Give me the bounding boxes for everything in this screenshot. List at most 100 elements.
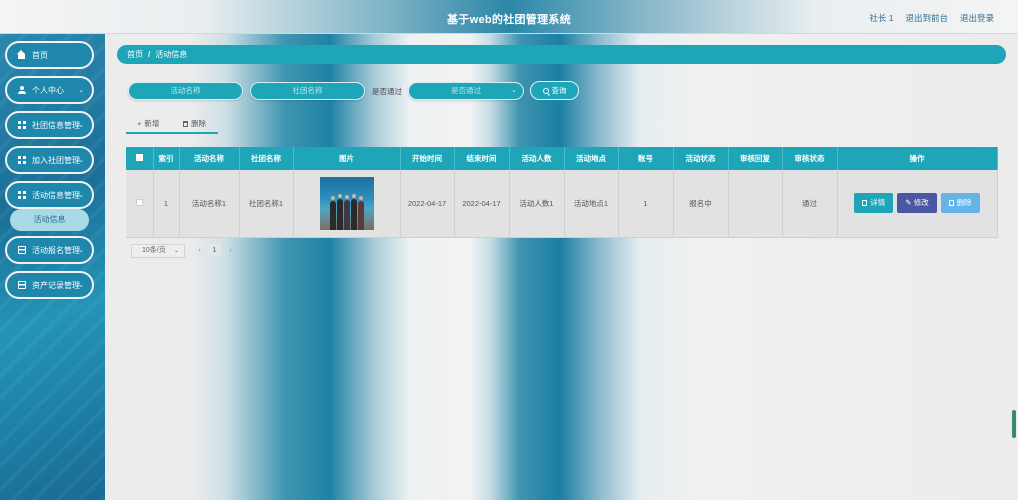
column-header: 活动名称: [179, 147, 240, 170]
chevron-down-icon: ⌄: [78, 282, 84, 289]
cell-start-time: 2022-04-17: [400, 170, 455, 238]
column-header: 索引: [153, 147, 180, 170]
cell-index: 1: [153, 170, 180, 238]
page-size-value: 10条/页: [142, 247, 166, 254]
cell-operations: 详情 ✎ 修改 删除: [837, 170, 998, 238]
club-name-input[interactable]: 社团名称: [250, 82, 365, 100]
sidebar-item-personal-center[interactable]: 个人中心 ⌄: [5, 76, 94, 104]
plus-icon: +: [137, 119, 142, 128]
home-icon: [17, 50, 26, 59]
user-icon: [18, 86, 26, 94]
sidebar-item-label: 资产记录管理: [32, 280, 80, 290]
column-header: 活动状态: [673, 147, 729, 170]
column-header: 操作: [837, 147, 998, 170]
trash-icon: [948, 200, 954, 207]
chevron-down-icon: ⌄: [78, 122, 84, 129]
add-button-label: 新增: [144, 119, 160, 128]
checkbox-icon: [135, 198, 143, 206]
card-icon: [18, 246, 26, 254]
sidebar-item-label: 活动信息管理: [32, 190, 80, 200]
column-header: 审核回复: [728, 147, 783, 170]
table-row: 1 活动名称1 社团名称1 2022-04-17 2022-04-17 活动人数…: [126, 170, 998, 238]
exit-to-frontend-link[interactable]: 退出到前台: [905, 12, 948, 24]
breadcrumb-home[interactable]: 首页: [127, 49, 143, 60]
column-header: 活动地点: [564, 147, 619, 170]
cell-image: [293, 170, 401, 238]
sidebar-item-activity-signup[interactable]: 活动报名管理 ⌄: [5, 236, 94, 264]
sidebar-item-label: 首页: [32, 50, 48, 60]
column-header: 账号: [618, 147, 674, 170]
sidebar-item-label: 个人中心: [32, 85, 64, 95]
breadcrumb-current: 活动信息: [155, 50, 188, 59]
top-links: 社长 1 退出到前台 退出登录: [869, 12, 994, 24]
grid-icon: [18, 156, 26, 164]
delete-button-label: 删除: [191, 119, 206, 128]
top-header: 基于web的社团管理系统 社长 1 退出到前台 退出登录: [0, 0, 1018, 34]
sidebar-item-club-info[interactable]: 社团信息管理 ⌄: [5, 111, 94, 139]
cell-club-name: 社团名称1: [239, 170, 294, 238]
column-header: 活动人数: [509, 147, 565, 170]
edit-button-label: 修改: [913, 198, 929, 208]
cell-account: 1: [618, 170, 674, 238]
grid-icon: [18, 191, 26, 199]
next-page-button[interactable]: ›: [224, 244, 237, 257]
detail-button-label: 详情: [870, 198, 886, 208]
activity-table: 索引 活动名称 社团名称 图片 开始时间 结束时间 活动人数 活动地点 账号 活…: [126, 147, 998, 238]
grid-icon: [18, 121, 26, 129]
sidebar-item-home[interactable]: 首页: [5, 41, 94, 69]
edit-button[interactable]: ✎ 修改: [897, 193, 937, 214]
sidebar-item-asset-records[interactable]: 资产记录管理 ⌄: [5, 271, 94, 299]
page-size-select[interactable]: 10条/页 ⌄: [131, 244, 185, 258]
approved-label: 是否通过: [372, 87, 402, 96]
table-header-row: 索引 活动名称 社团名称 图片 开始时间 结束时间 活动人数 活动地点 账号 活…: [126, 147, 998, 170]
detail-button[interactable]: 详情: [854, 193, 894, 214]
breadcrumb-separator: /: [148, 50, 151, 59]
chevron-down-icon: ⌄: [78, 192, 84, 199]
card-icon: [18, 281, 26, 289]
row-checkbox[interactable]: [126, 170, 154, 238]
app-title: 基于web的社团管理系统: [447, 14, 571, 26]
column-header: 社团名称: [239, 147, 294, 170]
user-link[interactable]: 社长 1: [869, 12, 893, 24]
query-button-label: 查询: [551, 86, 567, 95]
cell-participants: 活动人数1: [509, 170, 565, 238]
column-header: 图片: [293, 147, 401, 170]
activity-name-input[interactable]: 活动名称: [128, 82, 243, 100]
submenu-item-activity-info[interactable]: 活动信息: [10, 209, 89, 231]
chevron-down-icon: ⌄: [173, 248, 179, 254]
cell-end-time: 2022-04-17: [454, 170, 510, 238]
sidebar-item-label: 加入社团管理: [32, 155, 80, 165]
logout-link[interactable]: 退出登录: [960, 12, 994, 24]
query-button[interactable]: 查询: [530, 81, 579, 100]
sidebar-item-activity-info[interactable]: 活动信息管理 ⌄: [5, 181, 94, 209]
cell-location: 活动地点1: [564, 170, 619, 238]
cell-activity-name: 活动名称1: [179, 170, 240, 238]
breadcrumb: 首页 / 活动信息: [117, 45, 1006, 64]
actions-bar: + 新增 删除: [126, 116, 218, 134]
prev-page-button[interactable]: ‹: [193, 244, 206, 257]
chevron-down-icon: ⌄: [511, 87, 517, 94]
activity-photo[interactable]: [319, 176, 374, 230]
document-icon: [862, 200, 868, 207]
approved-select[interactable]: 是否通过 ⌄: [408, 82, 524, 100]
column-header: 审核状态: [782, 147, 838, 170]
chevron-down-icon: ⌄: [78, 87, 84, 94]
select-all-checkbox[interactable]: [126, 147, 154, 170]
cell-status: 报名中: [673, 170, 729, 238]
row-delete-button-label: 删除: [956, 198, 972, 208]
row-delete-button[interactable]: 删除: [940, 193, 980, 214]
delete-button[interactable]: 删除: [183, 118, 206, 129]
search-icon: [542, 87, 549, 94]
trash-icon: [183, 121, 188, 127]
column-header: 结束时间: [454, 147, 510, 170]
cell-review-status: 通过: [782, 170, 838, 238]
chevron-down-icon: ⌄: [78, 247, 84, 254]
add-button[interactable]: + 新增: [137, 118, 159, 129]
sidebar-item-label: 社团信息管理: [32, 120, 80, 130]
approved-select-value: 是否通过: [451, 86, 481, 95]
chevron-down-icon: ⌄: [78, 157, 84, 164]
page-scrollbar[interactable]: [1012, 410, 1016, 438]
page-number-1[interactable]: 1: [208, 244, 221, 257]
sidebar-item-join-club[interactable]: 加入社团管理 ⌄: [5, 146, 94, 174]
checkbox-icon: [135, 154, 143, 161]
